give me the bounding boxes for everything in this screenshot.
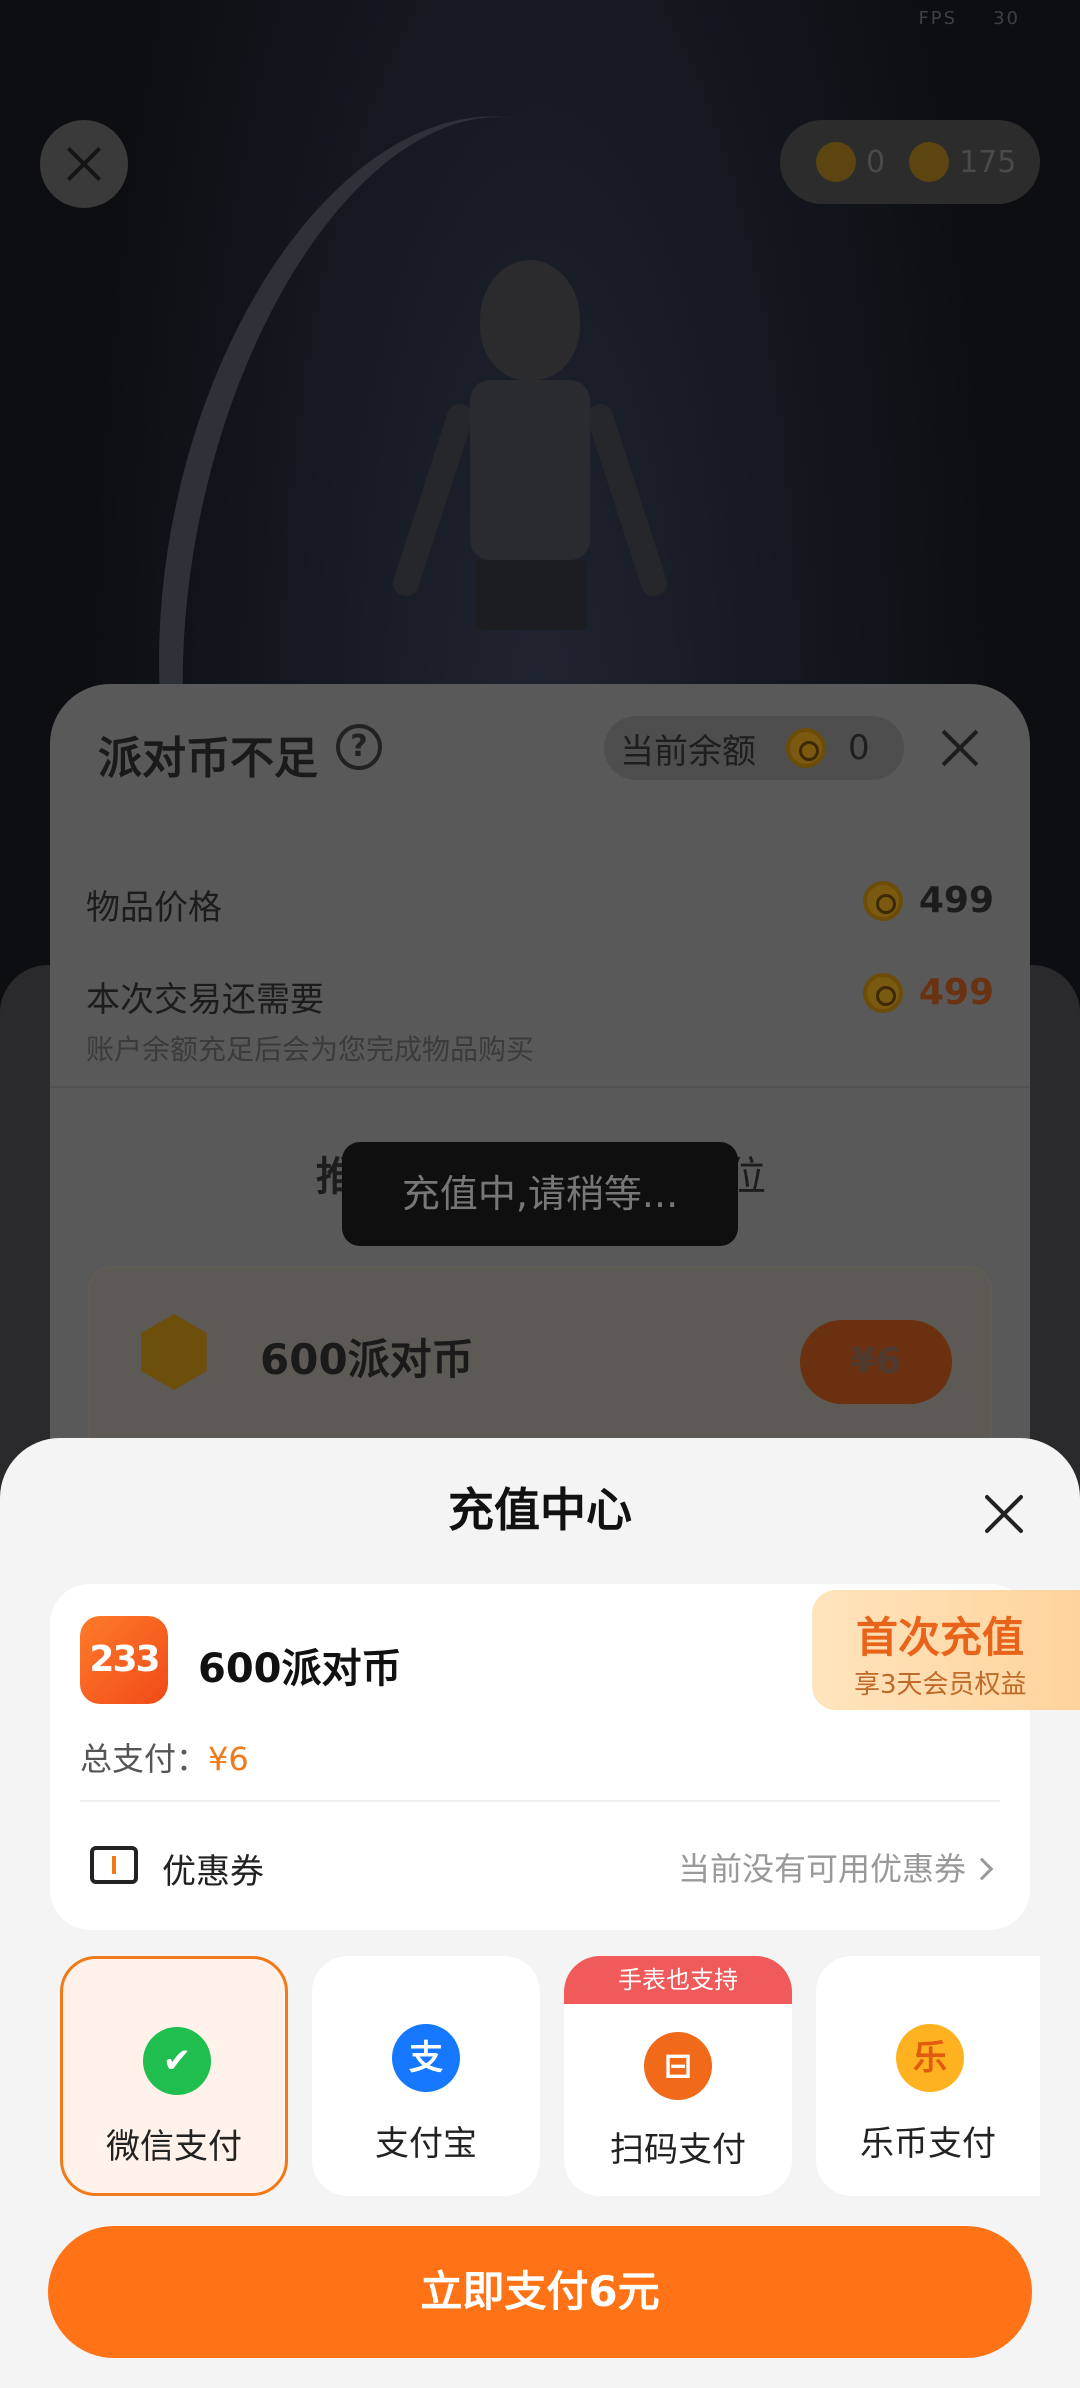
divider bbox=[80, 1800, 1000, 1802]
scene-close-button[interactable] bbox=[40, 120, 128, 208]
payment-label: 支付宝 bbox=[375, 2124, 477, 2164]
coin-icon bbox=[786, 728, 826, 768]
payment-methods: ✔ 微信支付 支 支付宝 手表也支持 ⊟ 扫码支付 乐 乐币支付 bbox=[60, 1956, 1040, 2196]
item-price-value: 499 bbox=[918, 880, 994, 921]
party-coin-icon bbox=[141, 1314, 207, 1390]
divider bbox=[50, 1086, 1030, 1088]
top-balance-pill: 0 175 bbox=[780, 120, 1040, 204]
help-icon[interactable]: ? bbox=[336, 724, 382, 770]
alipay-icon: 支 bbox=[392, 2024, 460, 2092]
balance-b-value: 175 bbox=[959, 144, 1017, 180]
need-value: 499 bbox=[918, 972, 994, 1013]
coin-icon bbox=[862, 880, 903, 921]
coupon-label: 优惠券 bbox=[162, 1852, 264, 1892]
purchase-hint: 账户余额充足后会为您完成物品购买 bbox=[86, 1033, 535, 1066]
need-label: 本次交易还需要 bbox=[86, 980, 324, 1020]
promo-title: 首次充值 bbox=[856, 1613, 1025, 1662]
coin-icon bbox=[816, 142, 856, 182]
dialog-title: 派对币不足 bbox=[98, 733, 318, 784]
product-name: 600派对币 bbox=[198, 1646, 402, 1692]
total-value: ¥6 bbox=[208, 1740, 249, 1778]
dialog-close-icon[interactable] bbox=[940, 728, 980, 768]
coupon-icon bbox=[90, 1846, 138, 1884]
need-amount-row: 本次交易还需要 499 bbox=[86, 972, 994, 1021]
payment-option-wechat[interactable]: ✔ 微信支付 bbox=[60, 1956, 288, 2196]
payment-option-alipay[interactable]: 支 支付宝 bbox=[312, 1956, 540, 2196]
payment-label: 微信支付 bbox=[106, 2127, 242, 2167]
party-coin-icon bbox=[909, 142, 950, 182]
package-name: 600派对币 bbox=[260, 1335, 474, 1384]
payment-label: 乐币支付 bbox=[860, 2124, 996, 2164]
app-logo-icon: 233 bbox=[80, 1616, 168, 1704]
payment-option-lebi[interactable]: 乐 乐币支付 bbox=[816, 1956, 1040, 2196]
balance-a-value: 0 bbox=[866, 144, 886, 180]
coin-icon bbox=[862, 972, 903, 1013]
balance-value: 0 bbox=[848, 728, 870, 768]
sheet-title: 充值中心 bbox=[448, 1483, 632, 1537]
total-label: 总支付： bbox=[80, 1740, 209, 1778]
scan-pay-icon: ⊟ bbox=[644, 2032, 712, 2100]
coupon-selector[interactable]: 当前没有可用优惠券 bbox=[677, 1844, 994, 1890]
sheet-close-icon[interactable] bbox=[984, 1494, 1024, 1534]
watch-support-badge: 手表也支持 bbox=[564, 1956, 792, 2004]
pay-now-button[interactable]: 立即支付6元 bbox=[48, 2226, 1032, 2358]
first-recharge-promo: 首次充值 享3天会员权益 bbox=[812, 1590, 1080, 1710]
current-balance-pill: 当前余额 0 bbox=[604, 716, 904, 780]
payment-option-scan[interactable]: 手表也支持 ⊟ 扫码支付 bbox=[564, 1956, 792, 2196]
item-price-row: 物品价格 499 bbox=[86, 880, 994, 929]
package-price-button[interactable]: ¥6 bbox=[800, 1320, 952, 1404]
promo-subtitle: 享3天会员权益 bbox=[854, 1670, 1027, 1700]
balance-label: 当前余额 bbox=[620, 731, 756, 772]
total-payment: 总支付：¥6 bbox=[80, 1734, 249, 1780]
chevron-right-icon bbox=[970, 1857, 994, 1881]
payment-label: 扫码支付 bbox=[610, 2130, 746, 2170]
coupon-value: 当前没有可用优惠券 bbox=[677, 1850, 966, 1888]
wechat-pay-icon: ✔ bbox=[143, 2027, 211, 2095]
item-price-label: 物品价格 bbox=[86, 888, 222, 928]
avatar-character bbox=[389, 260, 671, 680]
lebi-pay-icon: 乐 bbox=[896, 2024, 964, 2092]
loading-toast: 充值中,请稍等... bbox=[342, 1142, 738, 1246]
fps-counter: FPS 30 bbox=[918, 8, 1020, 29]
